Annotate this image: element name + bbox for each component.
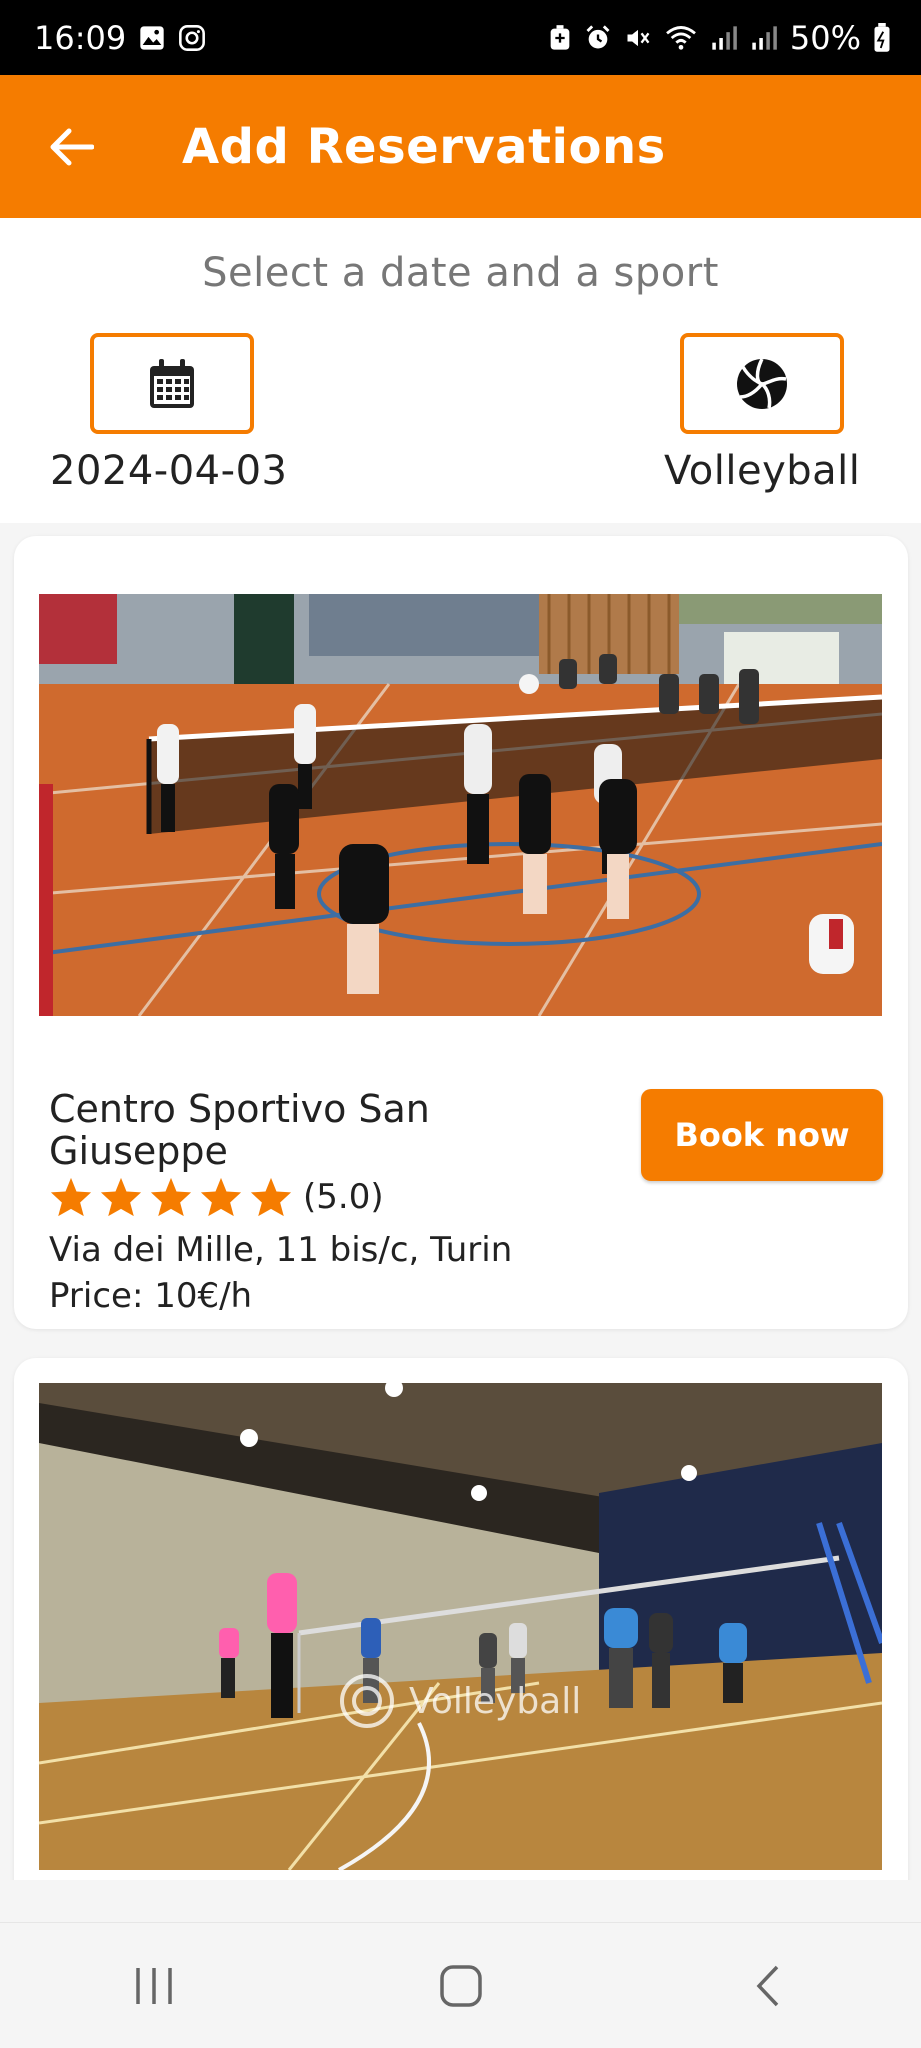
status-time: 16:09	[34, 18, 127, 57]
sport-picker-button[interactable]	[680, 333, 844, 434]
back-button[interactable]	[36, 112, 106, 182]
main-content: Select a date and a sport 2024-04-03 Vol…	[0, 218, 921, 1880]
selector-prompt: Select a date and a sport	[202, 250, 719, 296]
status-left: 16:09	[34, 19, 206, 57]
app-bar: Add Reservations	[0, 75, 921, 218]
status-right: 50%	[548, 19, 891, 57]
status-bar: 16:09 50%	[0, 0, 921, 75]
venue-photo: Volleyball	[39, 1383, 882, 1870]
instagram-icon	[178, 24, 206, 52]
star-icon	[150, 1177, 192, 1217]
date-sport-selector: Select a date and a sport 2024-04-03 Vol…	[0, 218, 921, 523]
venue-price: Price: 10€/h	[49, 1276, 253, 1316]
signal-icon	[710, 24, 738, 52]
star-icon	[100, 1177, 142, 1217]
home-icon	[439, 1964, 482, 2007]
watermark-logo-icon	[340, 1674, 394, 1728]
watermark-text: Volleyball	[409, 1680, 582, 1722]
gallery-icon	[138, 24, 166, 52]
star-icon	[50, 1177, 92, 1217]
battery-saver-icon	[548, 24, 572, 52]
date-picker-button[interactable]	[90, 333, 254, 434]
venue-rating: (5.0)	[49, 1176, 384, 1218]
venue-photo	[39, 594, 882, 1016]
wifi-icon	[664, 24, 698, 52]
system-back-button[interactable]	[708, 1946, 828, 2026]
alarm-icon	[584, 24, 612, 52]
volleyball-icon	[737, 357, 787, 409]
video-watermark: Volleyball	[339, 1673, 581, 1729]
venue-card[interactable]: Volleyball	[14, 1358, 908, 1880]
selected-sport: Volleyball	[664, 448, 861, 494]
rating-value: (5.0)	[303, 1177, 384, 1217]
mute-icon	[624, 24, 652, 52]
venue-address: Via dei Mille, 11 bis/c, Turin	[49, 1230, 513, 1270]
venue-name: Centro Sportivo San Giuseppe	[49, 1087, 430, 1173]
recent-apps-icon	[135, 1967, 172, 2004]
home-button[interactable]	[401, 1946, 521, 2026]
arrow-left-icon	[50, 128, 94, 165]
selected-date: 2024-04-03	[50, 448, 288, 494]
star-icon	[250, 1177, 292, 1217]
page-title: Add Reservations	[182, 118, 666, 175]
battery-icon	[873, 22, 891, 53]
battery-percent: 50%	[789, 18, 861, 57]
book-now-button[interactable]: Book now	[641, 1089, 883, 1181]
star-icon	[200, 1177, 242, 1217]
system-nav-bar	[0, 1922, 921, 2048]
recent-apps-button[interactable]	[94, 1946, 214, 2026]
venue-card[interactable]: Centro Sportivo San Giuseppe (5.0) Via d…	[14, 536, 908, 1329]
signal-icon-2	[750, 24, 778, 52]
chevron-left-icon	[756, 1965, 778, 2006]
calendar-icon	[150, 358, 194, 408]
